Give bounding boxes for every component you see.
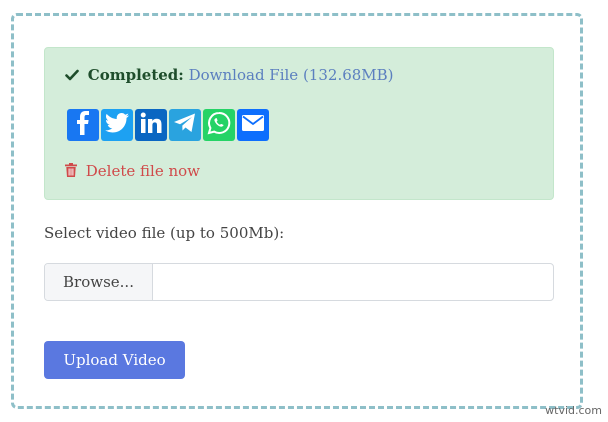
twitter-share-button[interactable]: [101, 109, 133, 141]
delete-file-link[interactable]: Delete file now: [65, 162, 200, 181]
watermark: wtvid.com: [545, 404, 602, 417]
upload-video-button[interactable]: Upload Video: [44, 341, 185, 379]
download-file-link[interactable]: Download File (132.68MB): [189, 66, 394, 84]
status-line: Completed: Download File (132.68MB): [65, 66, 394, 86]
telegram-icon: [173, 112, 197, 138]
video-file-input[interactable]: Browse...: [44, 263, 554, 301]
select-video-label: Select video file (up to 500Mb):: [44, 224, 285, 242]
email-share-button[interactable]: [237, 109, 269, 141]
completed-label: Completed:: [87, 66, 184, 84]
linkedin-icon: [140, 112, 162, 138]
share-buttons: [67, 109, 269, 141]
browse-button[interactable]: Browse...: [45, 264, 153, 300]
trash-icon: [65, 163, 77, 181]
check-icon: [65, 68, 79, 86]
facebook-icon: [73, 111, 93, 139]
twitter-icon: [105, 113, 129, 137]
whatsapp-icon: [207, 111, 231, 139]
success-alert: Completed: Download File (132.68MB) Dele…: [44, 47, 554, 200]
file-name-field[interactable]: [153, 264, 553, 300]
whatsapp-share-button[interactable]: [203, 109, 235, 141]
delete-file-label: Delete file now: [85, 162, 201, 180]
email-icon: [242, 115, 264, 135]
linkedin-share-button[interactable]: [135, 109, 167, 141]
facebook-share-button[interactable]: [67, 109, 99, 141]
telegram-share-button[interactable]: [169, 109, 201, 141]
